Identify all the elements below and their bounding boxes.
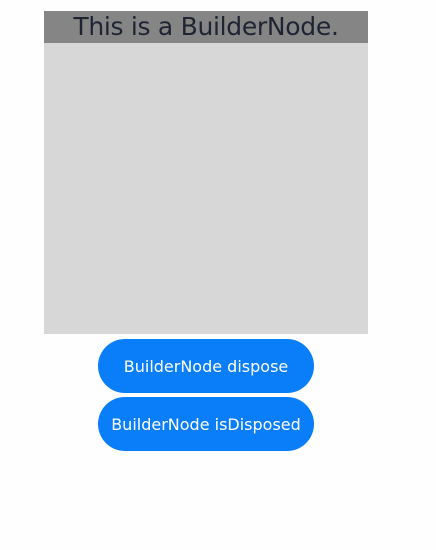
builder-node-dispose-button[interactable]: BuilderNode dispose [98, 339, 314, 393]
app-screen: This is a BuilderNode. BuilderNode dispo… [0, 0, 436, 550]
builder-node-container: This is a BuilderNode. [44, 11, 368, 334]
builder-node-title: This is a BuilderNode. [73, 12, 339, 41]
builder-node-header: This is a BuilderNode. [44, 11, 368, 43]
builder-node-isdisposed-button[interactable]: BuilderNode isDisposed [98, 397, 314, 451]
